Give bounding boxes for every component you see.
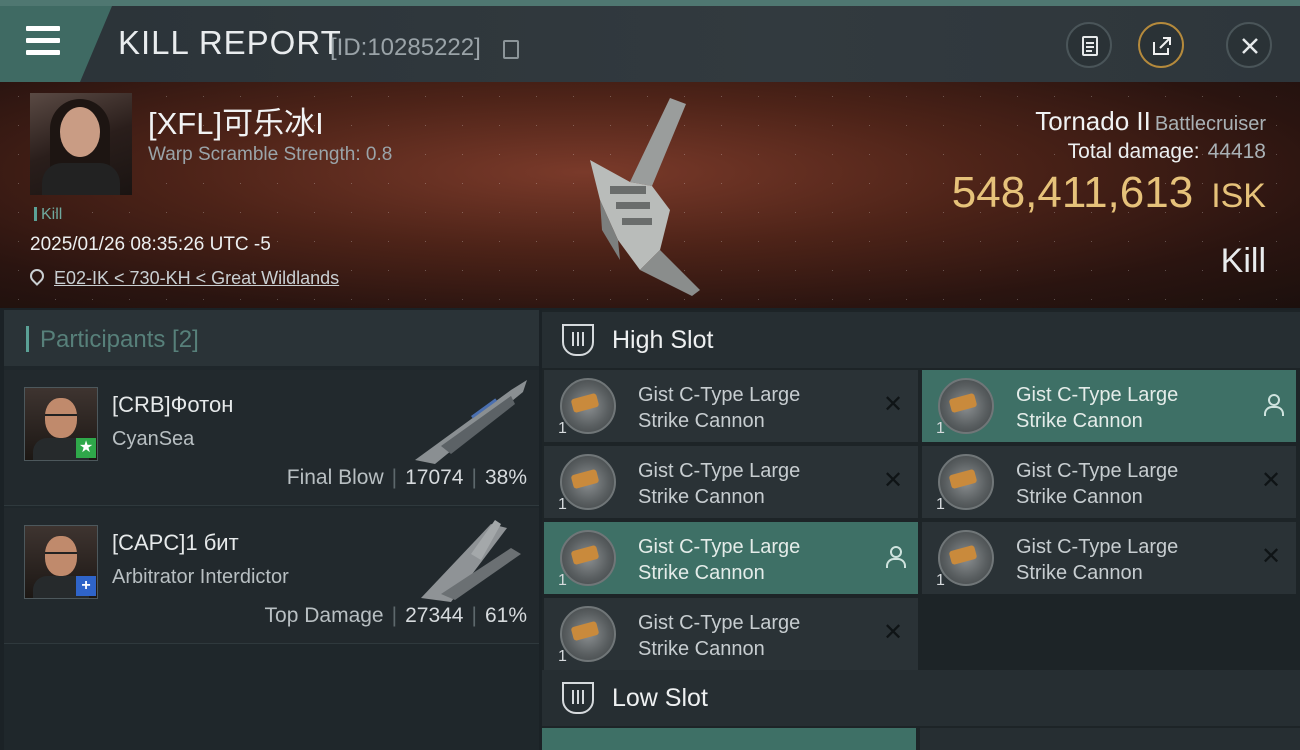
module-name: Gist C-Type Large Strike Cannon [638,536,801,584]
page-title: KILL REPORT [118,24,342,61]
isk-unit: ISK [1211,177,1266,215]
destroyed-x-icon: ✕ [882,619,904,646]
participant-row[interactable]: ★ [CRB]Фотон CyanSea Final Blow | 17074 | 38… [4,370,539,506]
participant-stats: Top Damage | 27344 | 61% [264,604,527,627]
participants-title: Participants [2] [40,326,199,353]
map-pin-icon [27,266,47,286]
participant-damage: 17074 [405,466,464,489]
cannon-icon [560,454,616,510]
plus-badge-icon: + [76,576,96,596]
participant-role: Final Blow [286,466,384,489]
kill-location[interactable]: E02-IK < 730-KH < Great Wildlands [27,266,339,289]
participant-ship-image [421,520,521,602]
victim-avatar[interactable] [30,93,132,195]
participant-damage: 27344 [405,604,464,627]
menu-button[interactable] [0,6,112,82]
module-name: Gist C-Type Large Strike Cannon [1016,384,1179,432]
share-icon [1153,37,1171,55]
cannon-icon [938,530,994,586]
victim-ship-name[interactable]: Tornado II Battlecruiser [1035,106,1266,137]
copy-icon[interactable] [503,40,519,59]
participant-percent: 38% [484,466,527,489]
participant-ship: CyanSea [112,428,195,450]
participant-ship-image [415,380,527,464]
module-name: Gist C-Type Large Strike Cannon [638,384,801,432]
module-quantity: 1 [558,648,567,665]
module-quantity: 1 [558,496,567,513]
module-item[interactable]: 1 Gist C-Type Large Strike Cannon ✕ [544,370,918,442]
kill-datetime: 2025/01/26 08:35:26 UTC -5 [30,234,271,255]
participant-name: [CRB]Фотон [112,392,234,417]
location-link[interactable]: E02-IK < 730-KH < Great Wildlands [54,268,339,288]
dropped-person-icon [1262,394,1284,416]
module-item[interactable]: 1 Gist C-Type Large Strike Cannon ✕ [922,446,1296,518]
slot-icon [562,682,594,714]
dropped-person-icon [884,546,906,568]
module-item[interactable]: 1 Gist C-Type Large Strike Cannon ✕ [922,522,1296,594]
high-slot-header: High Slot [542,312,1300,368]
high-slot-title: High Slot [612,326,714,354]
module-name: Gist C-Type Large Strike Cannon [1016,460,1179,508]
module-item-partial[interactable] [920,728,1300,750]
module-quantity: 1 [558,420,567,437]
module-name: Gist C-Type Large Strike Cannon [638,612,801,660]
participant-row[interactable]: + [CAPC]1 бит Arbitrator Interdictor Top… [4,508,539,644]
clipboard-button[interactable] [1066,22,1112,68]
destroyed-x-icon: ✕ [1260,467,1282,494]
module-item[interactable]: 1 Gist C-Type Large Strike Cannon [922,370,1296,442]
participants-header: Participants [2] [4,310,539,366]
destroyed-x-icon: ✕ [882,467,904,494]
module-item[interactable]: 1 Gist C-Type Large Strike Cannon ✕ [544,446,918,518]
participant-percent: 61% [484,604,527,627]
cannon-icon [560,378,616,434]
ship-class: Battlecruiser [1154,113,1266,135]
destroyed-x-icon: ✕ [882,391,904,418]
victim-ship-image [590,98,700,296]
participant-name: [CAPC]1 бит [112,530,239,555]
close-icon [1242,38,1258,54]
module-item[interactable]: 1 Gist C-Type Large Strike Cannon ✕ [544,598,918,670]
ship-name-text: Tornado II [1035,106,1151,136]
module-item-partial[interactable] [542,728,916,750]
module-name: Gist C-Type Large Strike Cannon [1016,536,1179,584]
victim-name[interactable]: [XFL]可乐冰I [148,98,324,143]
report-id: [ID:10285222] [330,34,481,61]
destroyed-x-icon: ✕ [1260,543,1282,570]
clipboard-icon [1082,36,1098,56]
isk-amount: 548,411,613 [951,168,1194,217]
module-item[interactable]: 1 Gist C-Type Large Strike Cannon [544,522,918,594]
cannon-icon [560,606,616,662]
participant-role: Top Damage [264,604,384,627]
slot-icon [562,324,594,356]
total-damage-label: Total damage: [1067,140,1200,163]
total-damage: Total damage: 44418 [1068,140,1266,164]
module-name: Gist C-Type Large Strike Cannon [638,460,801,508]
participants-panel: Participants [2] ★ [CRB]Фотон CyanSea Fi… [4,310,539,750]
cannon-icon [938,454,994,510]
module-quantity: 1 [558,572,567,589]
total-damage-value: 44418 [1207,140,1266,163]
star-badge-icon: ★ [76,438,96,458]
module-quantity: 1 [936,496,945,513]
kill-result: Kill [1220,242,1266,280]
module-quantity: 1 [936,420,945,437]
share-button[interactable] [1138,22,1184,68]
close-button[interactable] [1226,22,1272,68]
warp-scramble-strength: Warp Scramble Strength: 0.8 [148,144,393,165]
module-quantity: 1 [936,572,945,589]
victim-panel: [XFL]可乐冰I Warp Scramble Strength: 0.8 Ki… [0,82,1300,308]
low-slot-header: Low Slot [542,670,1300,726]
isk-value: 548,411,613 ISK [952,168,1266,218]
cannon-icon [938,378,994,434]
kill-tag: Kill [34,206,62,224]
top-bar: KILL REPORT [ID:10285222] [0,0,1300,82]
low-slot-title: Low Slot [612,684,708,712]
fitting-panel: High Slot 1 Gist C-Type Large Strike Cann… [542,310,1300,750]
cannon-icon [560,530,616,586]
hamburger-icon [26,26,60,58]
participant-ship: Arbitrator Interdictor [112,566,289,588]
participant-stats: Final Blow | 17074 | 38% [286,466,527,489]
